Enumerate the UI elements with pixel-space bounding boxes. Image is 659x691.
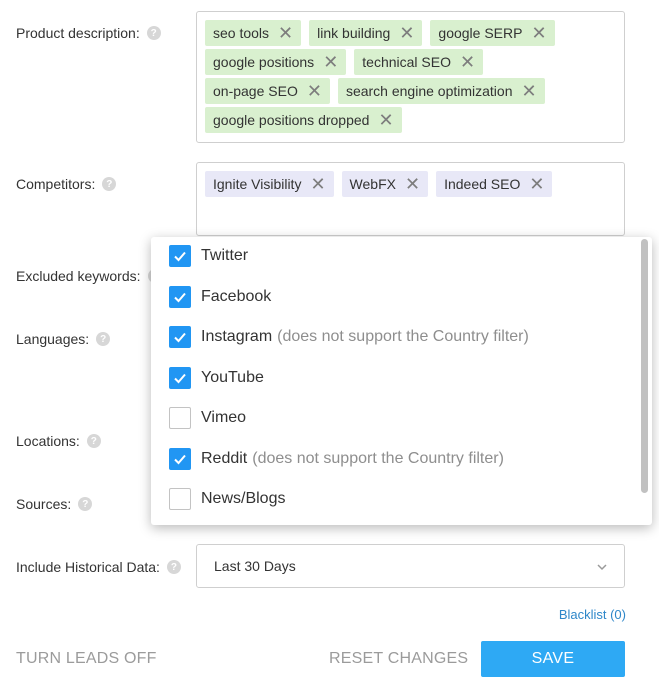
remove-tag-icon[interactable]: ✕ (278, 24, 293, 42)
languages-label: Languages: ? (16, 331, 111, 347)
tag-label: search engine optimization (345, 83, 513, 99)
checkbox-checked-icon[interactable] (169, 367, 191, 389)
tag-chip: WebFX ✕ (341, 171, 429, 197)
tag-chip: google positions ✕ (205, 49, 347, 75)
tag-label: link building (317, 25, 391, 41)
source-option-note: (does not support the Country filter) (252, 450, 504, 467)
remove-tag-icon[interactable]: ✕ (399, 24, 414, 42)
remove-tag-icon[interactable]: ✕ (529, 175, 544, 193)
remove-tag-icon[interactable]: ✕ (531, 24, 546, 42)
historical-data-select[interactable]: Last 30 Days (196, 544, 625, 588)
historical-data-value: Last 30 Days (214, 558, 296, 574)
help-icon[interactable]: ? (102, 177, 117, 191)
tag-chip: search engine optimization ✕ (337, 78, 545, 104)
source-option-label: Vimeo (201, 409, 247, 426)
product-description-tags: seo tools ✕ link building ✕ google SERP ✕ goog… (197, 12, 624, 142)
tag-label: technical SEO (362, 54, 451, 70)
blacklist-link[interactable]: Blacklist (0) (559, 607, 626, 622)
source-option-label: Instagram (201, 328, 273, 345)
source-option[interactable]: YouTube (169, 367, 264, 389)
source-option[interactable]: Twitter (169, 245, 248, 267)
source-option-note: (does not support the Country filter) (277, 328, 529, 345)
sources-label: Sources: ? (16, 496, 93, 512)
remove-tag-icon[interactable]: ✕ (378, 111, 393, 129)
remove-tag-icon[interactable]: ✕ (323, 53, 338, 71)
source-option[interactable]: Vimeo (169, 407, 246, 429)
checkbox-checked-icon[interactable] (169, 286, 191, 308)
source-option-label: News/Blogs (201, 490, 286, 507)
excluded-keywords-label: Excluded keywords: ? (16, 268, 162, 284)
tag-chip: link building ✕ (309, 20, 423, 46)
remove-tag-icon[interactable]: ✕ (307, 82, 322, 100)
remove-tag-icon[interactable]: ✕ (460, 53, 475, 71)
turn-leads-off-button[interactable]: TURN LEADS OFF (16, 650, 157, 668)
tag-chip: Indeed SEO ✕ (436, 171, 553, 197)
dropdown-scrollbar[interactable] (641, 239, 648, 493)
remove-tag-icon[interactable]: ✕ (521, 82, 536, 100)
competitors-label: Competitors: ? (16, 176, 117, 192)
checkbox-checked-icon[interactable] (169, 448, 191, 470)
source-option[interactable]: Reddit (does not support the Country filt… (169, 448, 504, 470)
reset-changes-button[interactable]: RESET CHANGES (329, 650, 468, 668)
checkbox-checked-icon[interactable] (169, 326, 191, 348)
tag-label: google positions (213, 54, 315, 70)
help-icon[interactable]: ? (166, 560, 181, 574)
tag-label: Indeed SEO (444, 176, 521, 192)
sources-dropdown: Twitter Facebook Instagram (does not suppor… (151, 237, 652, 525)
tag-label: google positions dropped (213, 112, 370, 128)
tag-label: google SERP (438, 25, 523, 41)
source-option-label: Reddit (201, 450, 248, 467)
chevron-down-icon (596, 560, 608, 576)
locations-label: Locations: ? (16, 433, 101, 449)
tag-chip: google SERP ✕ (430, 20, 555, 46)
checkbox-checked-icon[interactable] (169, 245, 191, 267)
checkbox-unchecked-icon[interactable] (169, 407, 191, 429)
checkbox-unchecked-icon[interactable] (169, 488, 191, 510)
historical-data-label: Include Historical Data: ? (16, 559, 181, 575)
source-option[interactable]: News/Blogs (169, 488, 285, 510)
save-button[interactable]: SAVE (481, 641, 625, 677)
tag-chip: seo tools ✕ (205, 20, 302, 46)
competitors-tags: Ignite Visibility ✕ WebFX ✕ Indeed SEO ✕ (197, 163, 624, 206)
tag-chip: on-page SEO ✕ (205, 78, 330, 104)
source-option-label: Facebook (201, 288, 272, 305)
source-option[interactable]: Instagram (does not support the Country f… (169, 326, 529, 348)
tag-label: on-page SEO (213, 83, 298, 99)
product-description-label: Product description: ? (16, 25, 161, 41)
source-option-label: Twitter (201, 247, 249, 264)
tag-label: WebFX (349, 176, 396, 192)
remove-tag-icon[interactable]: ✕ (310, 175, 325, 193)
tag-chip: technical SEO ✕ (354, 49, 484, 75)
competitors-field[interactable]: Ignite Visibility ✕ WebFX ✕ Indeed SEO ✕ (196, 162, 625, 236)
tag-label: seo tools (213, 25, 270, 41)
product-description-field[interactable]: seo tools ✕ link building ✕ google SERP ✕ goog… (196, 11, 625, 143)
tag-chip: Ignite Visibility ✕ (205, 171, 334, 197)
help-icon[interactable]: ? (78, 497, 93, 511)
remove-tag-icon[interactable]: ✕ (405, 175, 420, 193)
help-icon[interactable]: ? (146, 26, 161, 40)
tag-label: Ignite Visibility (213, 176, 302, 192)
source-option-label: YouTube (201, 369, 264, 386)
source-option[interactable]: Facebook (169, 286, 271, 308)
help-icon[interactable]: ? (96, 332, 111, 346)
help-icon[interactable]: ? (86, 434, 101, 448)
tag-chip: google positions dropped ✕ (205, 107, 402, 133)
